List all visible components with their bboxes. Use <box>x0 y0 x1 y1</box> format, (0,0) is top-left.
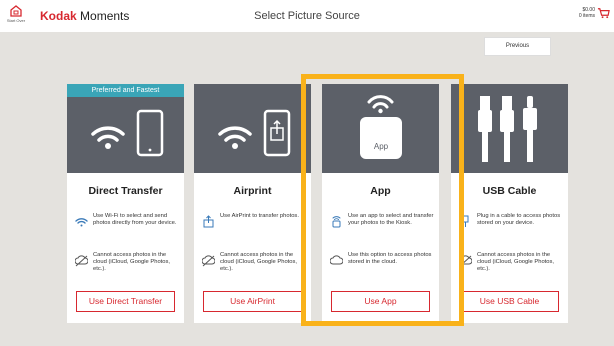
wifi-phone-icon <box>91 109 164 157</box>
card-hero <box>451 84 568 173</box>
use-airprint-button[interactable]: Use AirPrint <box>203 291 302 312</box>
cart-icon <box>597 8 610 19</box>
feature-no-cloud: Cannot access photos in the cloud (iClou… <box>202 252 307 273</box>
feature-text: Use AirPrint to transfer photos. <box>220 213 299 219</box>
cart-button[interactable]: $0.00 0 items <box>579 6 610 19</box>
feature-no-cloud: Cannot access photos in the cloud (iClou… <box>459 252 564 273</box>
card-direct-transfer[interactable]: Preferred and Fastest Direct Transfer Us… <box>67 84 184 323</box>
share-icon <box>203 215 214 228</box>
card-hero <box>194 84 311 173</box>
wifi-icon <box>75 218 88 227</box>
feature-text: Cannot access photos in the cloud (iClou… <box>93 252 171 272</box>
feature-airprint: Use AirPrint to transfer photos. <box>202 213 307 228</box>
previous-button[interactable]: Previous <box>484 37 551 56</box>
feature-text: Plug in a cable to access photos stored … <box>477 213 561 226</box>
no-cloud-icon <box>202 255 215 267</box>
usb-cables-icon <box>478 96 537 162</box>
card-title: USB Cable <box>482 185 537 197</box>
card-airprint[interactable]: Airprint Use AirPrint to transfer photos… <box>194 84 311 323</box>
card-title: Direct Transfer <box>88 185 163 197</box>
feature-text: Use Wi-Fi to select and send photos dire… <box>93 213 177 226</box>
use-usb-cable-button[interactable]: Use USB Cable <box>460 291 559 312</box>
feature-usb: Plug in a cable to access photos stored … <box>459 213 564 228</box>
app-highlight-frame <box>301 74 464 326</box>
wifi-share-phone-icon <box>218 109 291 157</box>
card-usb-cable[interactable]: USB Cable Plug in a cable to access phot… <box>451 84 568 323</box>
feature-text: Cannot access photos in the cloud (iClou… <box>220 252 298 272</box>
feature-text: Cannot access photos in the cloud (iClou… <box>477 252 555 272</box>
cart-items: 0 items <box>578 12 595 19</box>
page-title: Select Picture Source <box>254 10 360 22</box>
preferred-ribbon: Preferred and Fastest <box>67 84 184 97</box>
card-title: Airprint <box>233 185 272 197</box>
feature-wifi: Use Wi-Fi to select and send photos dire… <box>75 213 180 228</box>
no-cloud-icon <box>75 255 88 267</box>
card-hero: Preferred and Fastest <box>67 84 184 173</box>
cart-summary: $0.00 0 items <box>579 7 595 19</box>
use-direct-transfer-button[interactable]: Use Direct Transfer <box>76 291 175 312</box>
feature-no-cloud: Cannot access photos in the cloud (iClou… <box>75 252 180 273</box>
top-bar: Start Over Kodak Moments Select Picture … <box>0 0 614 32</box>
